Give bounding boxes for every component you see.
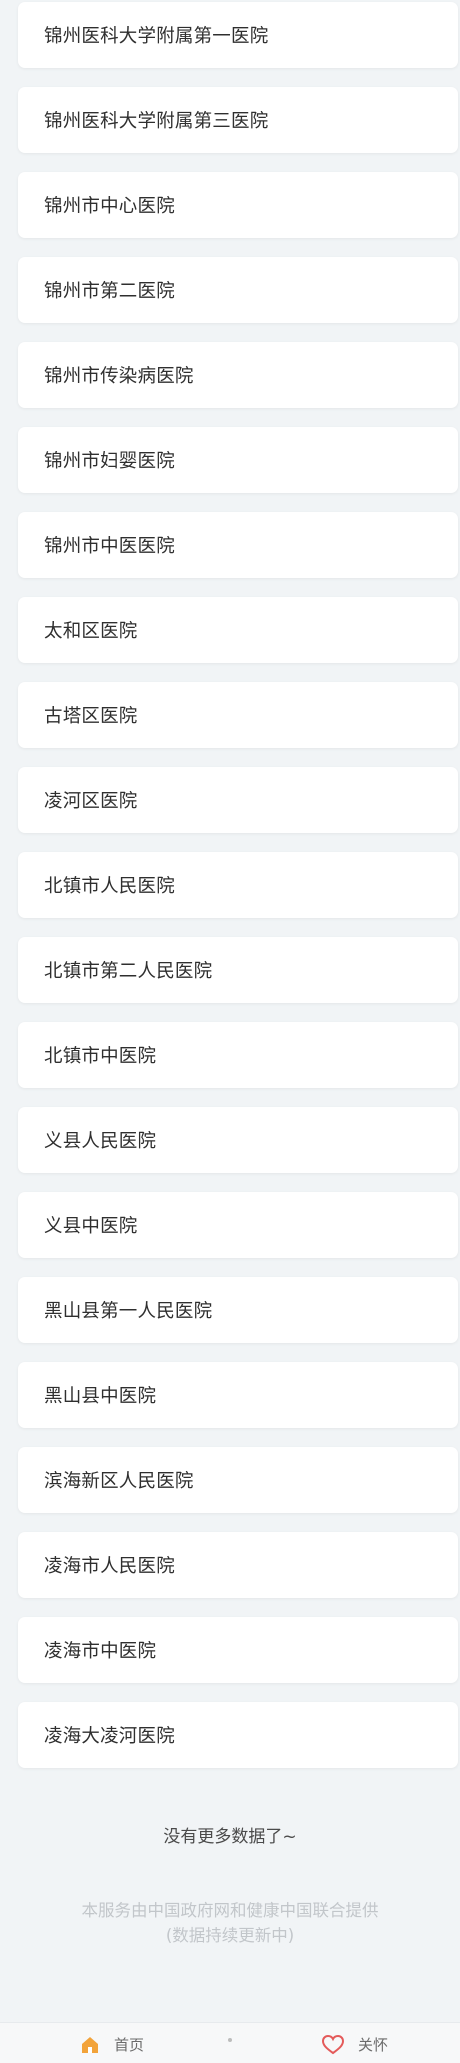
hospital-item[interactable]: 凌海市中医院 — [18, 1617, 458, 1683]
hospital-list: 锦州医科大学附属第一医院 锦州医科大学附属第三医院 锦州市中心医院 锦州市第二医… — [0, 0, 460, 1787]
hospital-item[interactable]: 锦州市第二医院 — [18, 257, 458, 323]
heart-icon — [322, 2034, 344, 2055]
bottom-tab-bar: 首页 关怀 — [0, 2022, 460, 2063]
hospital-item[interactable]: 凌海市人民医院 — [18, 1532, 458, 1598]
hospital-item[interactable]: 北镇市人民医院 — [18, 852, 458, 918]
hospital-item[interactable]: 锦州市中医医院 — [18, 512, 458, 578]
dot-icon — [224, 2034, 236, 2046]
hospital-item[interactable]: 锦州市妇婴医院 — [18, 427, 458, 493]
tab-care[interactable]: 关怀 — [322, 2034, 388, 2055]
service-footer: 本服务由中国政府网和健康中国联合提供 (数据持续更新中) — [0, 1898, 460, 1948]
hospital-item[interactable]: 黑山县第一人民医院 — [18, 1277, 458, 1343]
no-more-data-text: 没有更多数据了~ — [163, 1827, 297, 1847]
hospital-item[interactable]: 锦州市传染病医院 — [18, 342, 458, 408]
footer-line-2: (数据持续更新中) — [165, 1926, 295, 1945]
hospital-item[interactable]: 北镇市第二人民医院 — [18, 937, 458, 1003]
tab-home-label: 首页 — [114, 2036, 145, 2054]
hospital-item[interactable]: 黑山县中医院 — [18, 1362, 458, 1428]
home-icon — [80, 2035, 100, 2055]
tab-middle[interactable] — [224, 2034, 236, 2046]
hospital-item[interactable]: 锦州医科大学附属第一医院 — [18, 2, 458, 68]
hospital-item[interactable]: 太和区医院 — [18, 597, 458, 663]
hospital-item[interactable]: 义县中医院 — [18, 1192, 458, 1258]
hospital-item[interactable]: 滨海新区人民医院 — [18, 1447, 458, 1513]
hospital-item[interactable]: 凌河区医院 — [18, 767, 458, 833]
hospital-item[interactable]: 凌海大凌河医院 — [18, 1702, 458, 1768]
hospital-item[interactable]: 锦州市中心医院 — [18, 172, 458, 238]
tab-home[interactable]: 首页 — [80, 2034, 144, 2055]
footer-line-1: 本服务由中国政府网和健康中国联合提供 — [81, 1901, 379, 1920]
hospital-item[interactable]: 古塔区医院 — [18, 682, 458, 748]
hospital-item[interactable]: 义县人民医院 — [18, 1107, 458, 1173]
tab-care-label: 关怀 — [358, 2036, 389, 2054]
hospital-item[interactable]: 北镇市中医院 — [18, 1022, 458, 1088]
hospital-item[interactable]: 锦州医科大学附属第三医院 — [18, 87, 458, 153]
